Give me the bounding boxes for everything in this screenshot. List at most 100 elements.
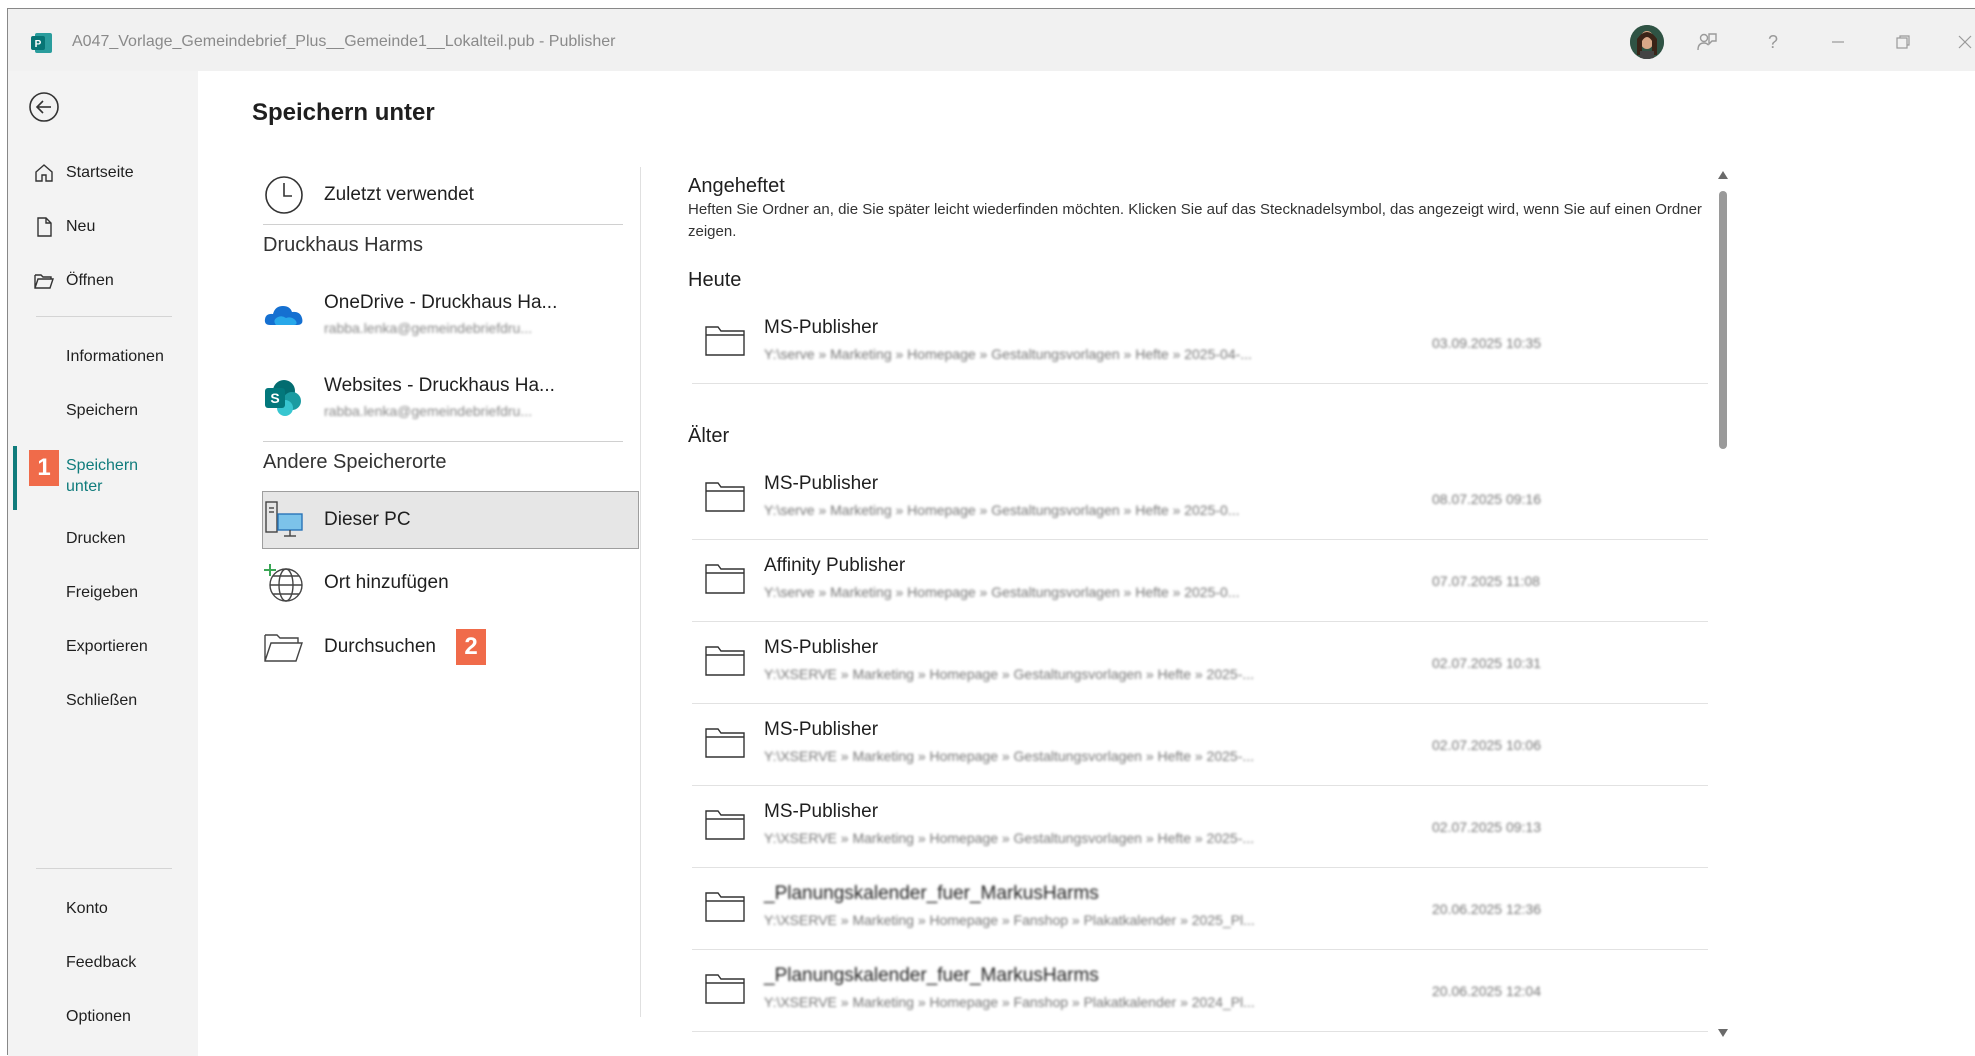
title-bar: P A047_Vorlage_Gemeindebrief_Plus__Gemei… <box>8 9 1975 71</box>
publisher-app-icon: P <box>31 33 52 53</box>
user-avatar[interactable] <box>1630 25 1664 59</box>
back-arrow-icon[interactable] <box>28 91 60 123</box>
nav-label: Drucken <box>66 530 126 547</box>
nav-konto[interactable]: Konto <box>8 889 198 929</box>
location-recent[interactable]: Zuletzt verwendet <box>252 169 642 221</box>
new-document-icon <box>37 217 52 237</box>
location-browse[interactable]: Durchsuchen <box>252 621 642 673</box>
feedback-icon[interactable] <box>1692 27 1722 57</box>
account-email: rabba.lenka@gemeindebriefdru... <box>324 403 533 419</box>
nav-informationen[interactable]: Informationen <box>8 337 198 377</box>
folder-path: Y:\XSERVE » Marketing » Homepage » Gesta… <box>764 748 1255 764</box>
folder-name: MS-Publisher <box>764 317 879 338</box>
window-title: A047_Vorlage_Gemeindebrief_Plus__Gemeind… <box>72 33 616 50</box>
nav-drucken[interactable]: Drucken <box>8 519 198 559</box>
today-heading: Heute <box>688 269 742 291</box>
nav-label: Freigeben <box>66 584 139 601</box>
folder-icon <box>705 892 745 922</box>
location-websites[interactable]: S Websites - Druckhaus Ha... rabba.lenka… <box>252 367 642 429</box>
folder-date: 07.07.2025 11:08 <box>1432 573 1540 589</box>
folder-date: 02.07.2025 10:06 <box>1432 737 1541 753</box>
scrollbar[interactable] <box>1716 169 1730 1039</box>
column-divider <box>640 167 641 1017</box>
open-folder-icon <box>34 274 54 289</box>
nav-optionen[interactable]: Optionen <box>8 997 198 1037</box>
close-icon[interactable] <box>1950 27 1975 57</box>
location-onedrive[interactable]: OneDrive - Druckhaus Ha... rabba.lenka@g… <box>252 284 642 346</box>
folder-row[interactable]: MS-Publisher Y:\XSERVE » Marketing » Home… <box>692 703 1708 786</box>
folder-name: MS-Publisher <box>764 719 879 740</box>
folder-date: 02.07.2025 10:31 <box>1432 655 1541 671</box>
publisher-window: P A047_Vorlage_Gemeindebrief_Plus__Gemei… <box>7 8 1975 1056</box>
svg-text:S: S <box>270 390 279 406</box>
nav-label: Feedback <box>66 954 137 971</box>
step-badge-1: 1 <box>29 450 59 486</box>
folder-icon <box>705 974 745 1004</box>
minimize-icon[interactable] <box>1823 27 1853 57</box>
location-add-place[interactable]: Ort hinzufügen <box>252 557 642 609</box>
nav-label: Öffnen <box>66 272 114 289</box>
nav-label: Speichern unter <box>66 457 139 495</box>
folder-row[interactable]: MS-Publisher Y:\XSERVE » Marketing » Home… <box>692 621 1708 704</box>
folder-row[interactable]: _Planungskalender_fuer_MarkusHarms Y:\XSE… <box>692 867 1708 950</box>
folder-row[interactable]: Affinity Publisher Y:\serve » Marketing »… <box>692 539 1708 622</box>
location-label: Zuletzt verwendet <box>324 184 474 205</box>
account-email: rabba.lenka@gemeindebriefdru... <box>324 320 533 336</box>
nav-speichern[interactable]: Speichern <box>8 391 198 431</box>
folder-row[interactable]: MS-Publisher Y:\XSERVE » Marketing » Home… <box>692 785 1708 868</box>
folder-name: MS-Publisher <box>764 637 879 658</box>
nav-label: Neu <box>66 218 96 235</box>
nav-schliessen[interactable]: Schließen <box>8 681 198 721</box>
folder-path: Y:\serve » Marketing » Homepage » Gestal… <box>764 346 1252 362</box>
folder-icon <box>705 646 745 676</box>
folder-row[interactable]: _Planungskalender_fuer_MarkusHarms Y:\XSE… <box>692 949 1708 1032</box>
nav-label: Startseite <box>66 164 134 181</box>
location-label: Dieser PC <box>324 509 411 530</box>
help-icon[interactable]: ? <box>1758 27 1788 57</box>
section-divider <box>263 441 623 442</box>
group-heading-andere: Andere Speicherorte <box>263 451 447 473</box>
folder-date: 20.06.2025 12:36 <box>1432 901 1541 917</box>
folder-path: Y:\XSERVE » Marketing » Homepage » Gesta… <box>764 666 1255 682</box>
nav-feedback[interactable]: Feedback <box>8 943 198 983</box>
folder-name: _Planungskalender_fuer_MarkusHarms <box>764 883 1099 904</box>
section-divider <box>263 224 623 225</box>
location-label: Websites - Druckhaus Ha... <box>324 375 555 396</box>
folder-date: 08.07.2025 09:16 <box>1432 491 1541 507</box>
nav-startseite[interactable]: Startseite <box>8 153 198 193</box>
computer-icon <box>265 501 303 537</box>
pinned-description: Heften Sie Ordner an, die Sie später lei… <box>688 201 1702 240</box>
folder-path: Y:\serve » Marketing » Homepage » Gestal… <box>764 584 1240 600</box>
nav-freigeben[interactable]: Freigeben <box>8 573 198 613</box>
nav-oeffnen[interactable]: Öffnen <box>8 261 198 301</box>
folder-icon <box>705 728 745 758</box>
older-heading: Älter <box>688 425 730 447</box>
folder-path: Y:\XSERVE » Marketing » Homepage » Fansh… <box>764 912 1255 928</box>
folder-name: MS-Publisher <box>764 473 879 494</box>
location-label: Ort hinzufügen <box>324 572 449 593</box>
folder-row[interactable]: MS-Publisher Y:\serve » Marketing » Homep… <box>692 457 1708 540</box>
folder-icon <box>705 564 745 594</box>
folder-path: Y:\serve » Marketing » Homepage » Gestal… <box>764 502 1240 518</box>
folder-row[interactable]: MS-Publisher Y:\serve » Marketing » Homep… <box>692 301 1708 384</box>
scroll-down-arrow-icon[interactable] <box>1717 1027 1729 1039</box>
sharepoint-icon: S <box>265 380 301 416</box>
folder-name: MS-Publisher <box>764 801 879 822</box>
nav-exportieren[interactable]: Exportieren <box>8 627 198 667</box>
nav-label: Optionen <box>66 1008 131 1025</box>
restore-icon[interactable] <box>1888 27 1918 57</box>
scroll-thumb[interactable] <box>1719 191 1727 449</box>
pinned-heading: Angeheftet <box>688 175 785 197</box>
nav-label: Speichern <box>66 402 139 419</box>
scroll-up-arrow-icon[interactable] <box>1717 169 1729 181</box>
folder-date: 02.07.2025 09:13 <box>1432 819 1541 835</box>
svg-text:P: P <box>35 39 42 50</box>
nav-label: Informationen <box>66 348 164 365</box>
onedrive-cloud-icon <box>264 306 303 325</box>
page-title: Speichern unter <box>252 99 435 126</box>
location-label: OneDrive - Druckhaus Ha... <box>324 292 558 313</box>
nav-label: Konto <box>66 900 108 917</box>
location-dieser-pc[interactable]: Dieser PC <box>252 494 642 546</box>
folder-icon <box>705 326 745 356</box>
nav-neu[interactable]: Neu <box>8 207 198 247</box>
